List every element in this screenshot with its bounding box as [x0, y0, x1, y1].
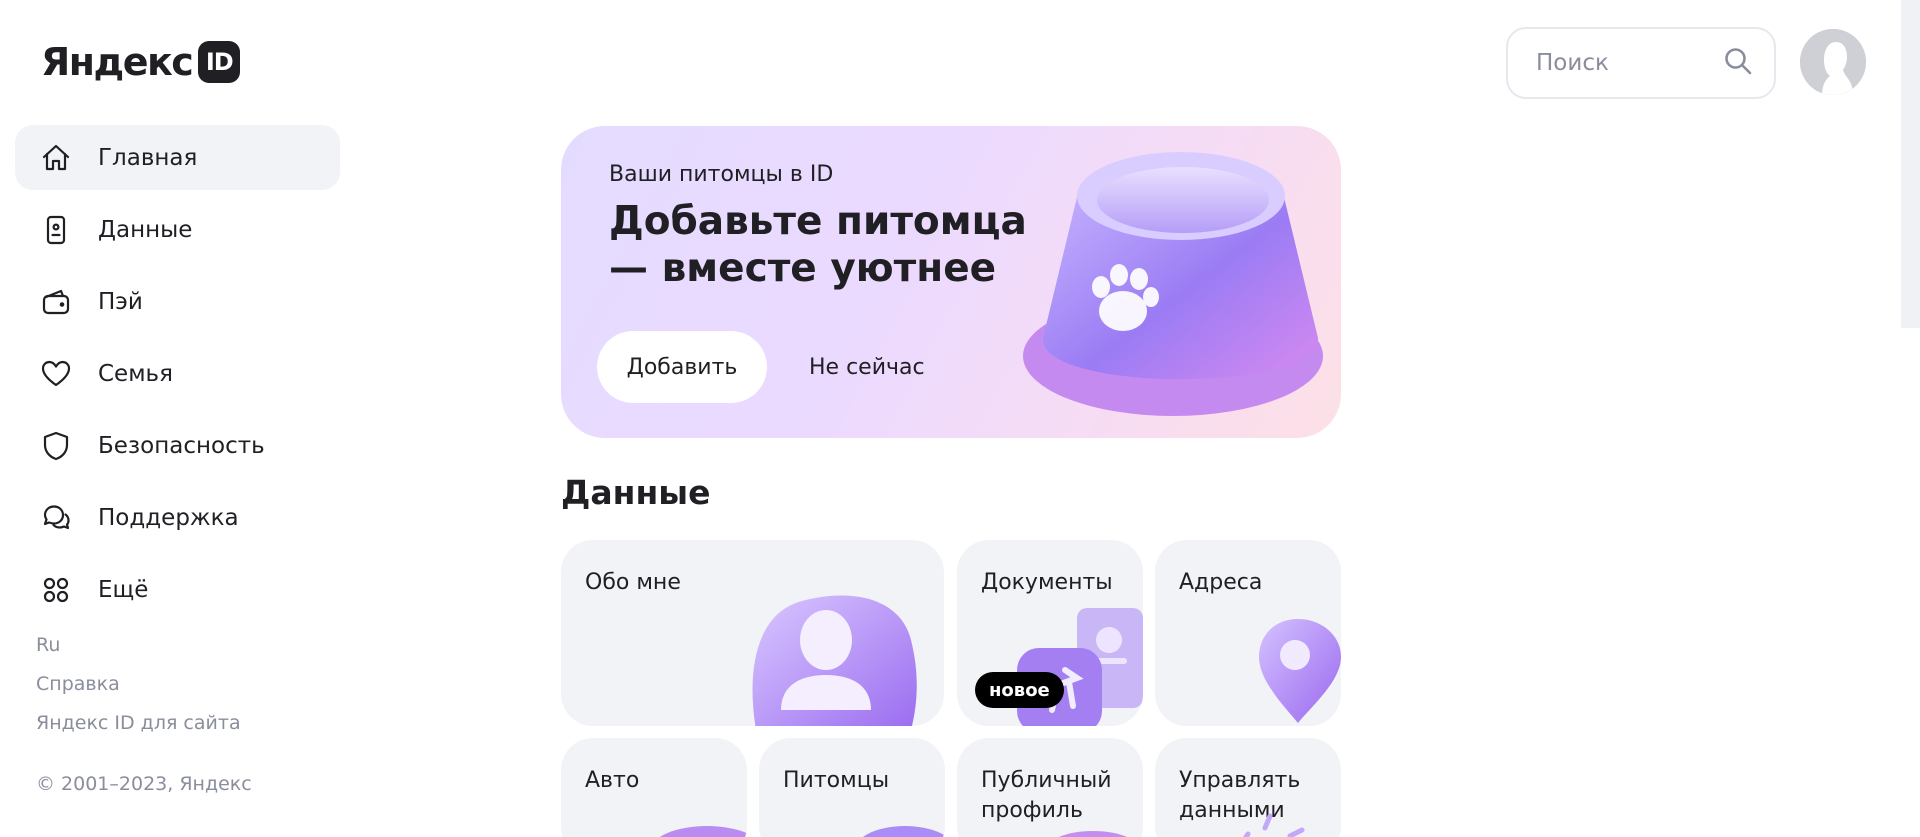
- logo-id-badge: ID: [198, 41, 241, 83]
- sidebar-item-more[interactable]: Ещё: [15, 557, 340, 622]
- card-label: Авто: [585, 768, 640, 793]
- sidebar-item-home[interactable]: Главная: [15, 125, 340, 190]
- sidebar-item-label: Безопасность: [98, 432, 265, 459]
- card-label: Обо мне: [585, 570, 681, 595]
- pet-icon: [862, 826, 945, 837]
- sparkle-icon: [1242, 813, 1305, 837]
- sidebar-item-security[interactable]: Безопасность: [15, 413, 340, 478]
- sidebar-item-pay[interactable]: Пэй: [15, 269, 340, 334]
- person-icon: [752, 595, 917, 726]
- sidebar-item-label: Данные: [98, 216, 193, 243]
- page-scrollbar[interactable]: [1901, 0, 1920, 328]
- document-card-icon: [39, 213, 73, 247]
- chat-bubbles-icon: [39, 501, 73, 535]
- wallet-icon: [39, 285, 73, 319]
- yandex-id-logo[interactable]: Яндекс ID: [41, 40, 241, 84]
- card-public-profile[interactable]: Публичный профиль: [957, 738, 1143, 837]
- sidebar-item-family[interactable]: Семья: [15, 341, 340, 406]
- copyright-text: © 2001–2023, Яндекс: [36, 773, 252, 795]
- yandex-id-page: Яндекс ID Главная Данные Пэй Семья Безоп…: [0, 0, 1920, 837]
- car-icon: [659, 826, 747, 837]
- sidebar-item-label: Пэй: [98, 288, 143, 315]
- heart-icon: [39, 357, 73, 391]
- language-switch-link[interactable]: Ru: [36, 632, 241, 671]
- logo-wordmark: Яндекс: [41, 40, 194, 84]
- search-input[interactable]: Поиск: [1506, 27, 1776, 99]
- card-label: Питомцы: [783, 768, 890, 793]
- avatar[interactable]: [1800, 29, 1866, 95]
- help-link[interactable]: Справка: [36, 671, 241, 710]
- card-auto[interactable]: Авто: [561, 738, 747, 837]
- profile-icon: [1058, 831, 1128, 837]
- pets-promo-banner: Ваши питомцы в ID Добавьте питомца — вме…: [561, 126, 1341, 438]
- card-label: Публичный профиль: [981, 768, 1112, 823]
- sidebar-item-label: Семья: [98, 360, 173, 387]
- sidebar-item-label: Поддержка: [98, 504, 239, 531]
- sidebar-item-label: Главная: [98, 144, 198, 171]
- sidebar-footer-links: Ru Справка Яндекс ID для сайта: [36, 632, 241, 749]
- shield-icon: [39, 429, 73, 463]
- pet-bowl-paw-icon: [1023, 152, 1323, 416]
- sidebar-nav: Главная Данные Пэй Семья Безопасность По…: [15, 125, 340, 629]
- banner-kicker: Ваши питомцы в ID: [609, 162, 834, 187]
- home-icon: [39, 141, 73, 175]
- search-placeholder: Поиск: [1536, 50, 1609, 76]
- user-silhouette-icon: [1800, 29, 1866, 95]
- new-badge: новое: [975, 672, 1064, 708]
- card-label: Документы: [981, 570, 1113, 595]
- location-pin-icon: [1259, 619, 1341, 723]
- card-addresses[interactable]: Адреса: [1155, 540, 1341, 726]
- sidebar-item-support[interactable]: Поддержка: [15, 485, 340, 550]
- data-section-title: Данные: [561, 473, 711, 512]
- search-icon[interactable]: [1722, 45, 1754, 81]
- sidebar-item-data[interactable]: Данные: [15, 197, 340, 262]
- card-label: Адреса: [1179, 570, 1263, 595]
- grid-icon: [39, 573, 73, 607]
- card-manage-data[interactable]: Управлять данными: [1155, 738, 1341, 837]
- card-about-me[interactable]: Обо мне: [561, 540, 944, 726]
- banner-title: Добавьте питомца — вместе уютнее: [609, 199, 1027, 291]
- id-for-site-link[interactable]: Яндекс ID для сайта: [36, 710, 241, 749]
- card-pets[interactable]: Питомцы: [759, 738, 945, 837]
- sidebar-item-label: Ещё: [98, 576, 149, 603]
- not-now-button[interactable]: Не сейчас: [785, 331, 949, 403]
- add-pet-button[interactable]: Добавить: [597, 331, 767, 403]
